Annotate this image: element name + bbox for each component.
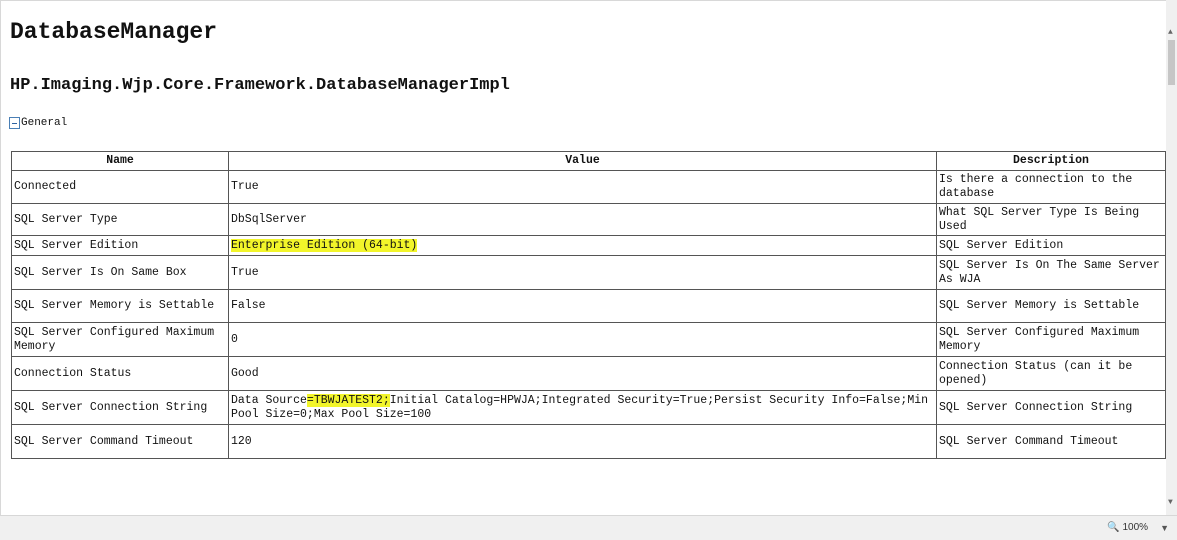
table-row: Connection Status Good Connection Status… [11, 356, 1166, 391]
chevron-down-icon[interactable]: ▼ [1160, 523, 1169, 533]
cell-value: Good [228, 356, 937, 391]
cell-value: True [228, 255, 937, 290]
cell-name: SQL Server Type [11, 203, 229, 236]
cell-name: SQL Server Memory is Settable [11, 289, 229, 323]
status-bar: 🔍 100% ▼ [0, 515, 1177, 540]
zoom-level: 100% [1122, 522, 1149, 533]
magnifier-icon: 🔍 [1107, 522, 1120, 533]
cell-name: SQL Server Edition [11, 235, 229, 256]
table-row: SQL Server Command Timeout 120 SQL Serve… [11, 424, 1166, 459]
cell-description: SQL Server Is On The Same Server As WJA [936, 255, 1166, 290]
cell-description: SQL Server Command Timeout [936, 424, 1166, 459]
highlighted-value: =TBWJATEST2; [306, 393, 390, 407]
cell-name: SQL Server Is On Same Box [11, 255, 229, 290]
cell-description: SQL Server Configured Maximum Memory [936, 322, 1166, 357]
highlighted-value: Enterprise Edition (64-bit) [231, 238, 418, 252]
cell-value: 120 [228, 424, 937, 459]
document-page: DatabaseManager HP.Imaging.Wjp.Core.Fram… [0, 0, 1166, 515]
column-header-description: Description [936, 151, 1166, 171]
table-row: SQL Server Is On Same Box True SQL Serve… [11, 255, 1166, 290]
column-header-value: Value [228, 151, 937, 171]
scroll-down-icon[interactable]: ▼ [1168, 498, 1173, 507]
cell-value: False [228, 289, 937, 323]
cell-value: 0 [228, 322, 937, 357]
cell-value: DbSqlServer [228, 203, 937, 236]
cell-value: Enterprise Edition (64-bit) [228, 235, 937, 256]
column-header-name: Name [11, 151, 229, 171]
scroll-up-icon[interactable]: ▲ [1168, 28, 1173, 37]
cell-name: SQL Server Configured Maximum Memory [11, 322, 229, 357]
cell-description: SQL Server Memory is Settable [936, 289, 1166, 323]
page-title: DatabaseManager [10, 19, 218, 45]
table-row: SQL Server Connection String Data Source… [11, 390, 1166, 425]
table-row: SQL Server Edition Enterprise Edition (6… [11, 235, 1166, 256]
cell-name: SQL Server Command Timeout [11, 424, 229, 459]
vertical-scrollbar[interactable]: ▲ ▼ [1166, 0, 1177, 515]
cell-description: SQL Server Connection String [936, 390, 1166, 425]
cell-description: Is there a connection to the database [936, 170, 1166, 204]
value-prefix: Data Source [231, 393, 307, 407]
cell-description: What SQL Server Type Is Being Used [936, 203, 1166, 236]
section-general[interactable]: General [9, 117, 67, 129]
properties-table: Name Value Description Connected True Is… [11, 151, 1166, 459]
table-row: SQL Server Configured Maximum Memory 0 S… [11, 322, 1166, 357]
cell-value: Data Source=TBWJATEST2;Initial Catalog=H… [228, 390, 937, 425]
page-subtitle: HP.Imaging.Wjp.Core.Framework.DatabaseMa… [10, 76, 510, 95]
table-row: Connected True Is there a connection to … [11, 170, 1166, 204]
cell-name: Connected [11, 170, 229, 204]
cell-description: Connection Status (can it be opened) [936, 356, 1166, 391]
zoom-control[interactable]: 🔍 100% ▼ [1107, 522, 1169, 533]
table-row: SQL Server Type DbSqlServer What SQL Ser… [11, 203, 1166, 236]
cell-name: Connection Status [11, 356, 229, 391]
table-header-row: Name Value Description [11, 151, 1166, 171]
section-label: General [21, 117, 68, 129]
collapse-icon[interactable] [9, 117, 20, 129]
table-row: SQL Server Memory is Settable False SQL … [11, 289, 1166, 323]
cell-value: True [228, 170, 937, 204]
cell-description: SQL Server Edition [936, 235, 1166, 256]
cell-name: SQL Server Connection String [11, 390, 229, 425]
scrollbar-thumb[interactable] [1168, 40, 1175, 85]
